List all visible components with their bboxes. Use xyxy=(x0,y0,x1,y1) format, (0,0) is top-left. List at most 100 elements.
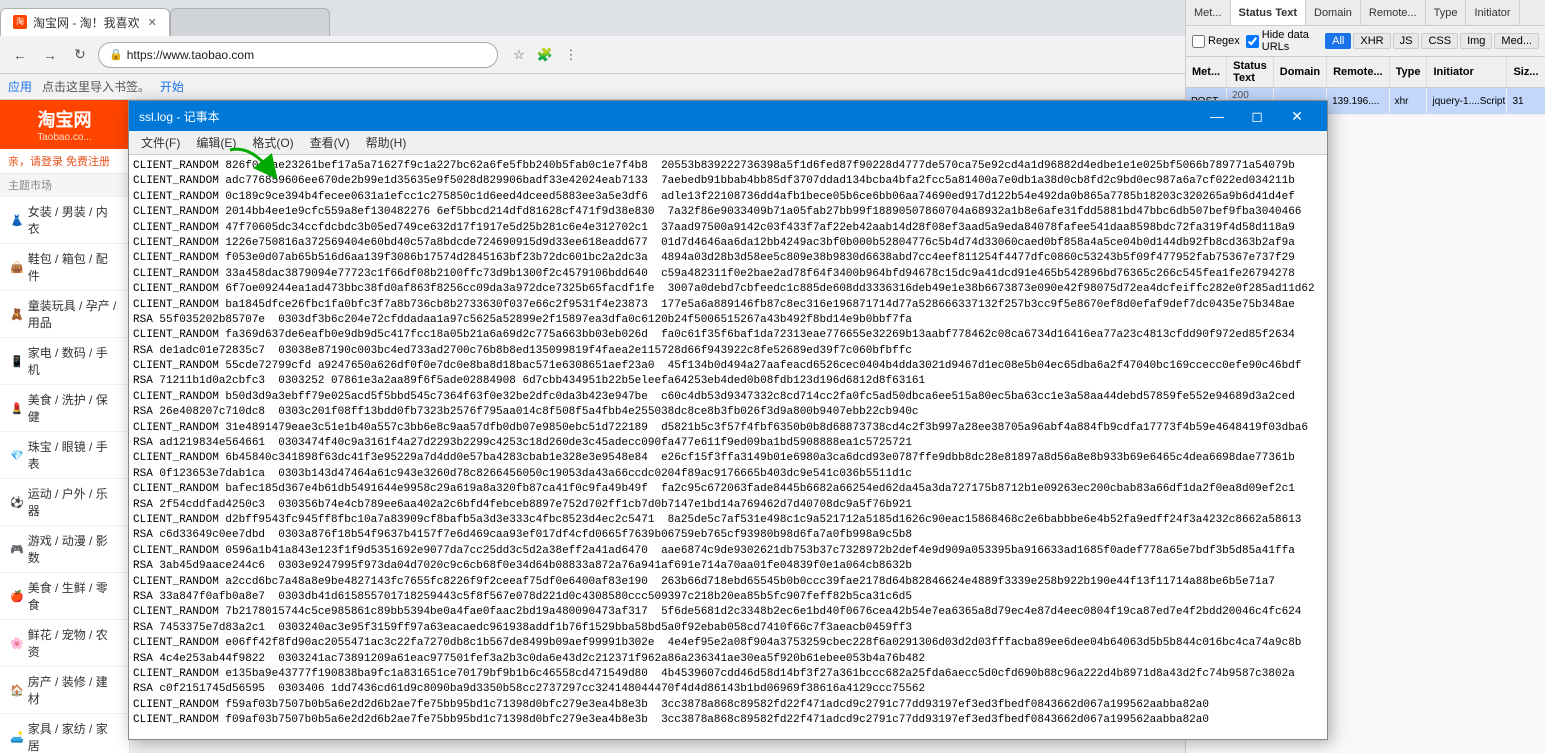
regex-checkbox[interactable] xyxy=(1192,35,1205,48)
tab-close-button[interactable]: ✕ xyxy=(148,16,157,29)
sidebar-item-sports[interactable]: ⚽ 运动 / 户外 / 乐器 xyxy=(0,479,129,526)
sidebar-cat-label-3: 家电 / 数码 / 手机 xyxy=(28,344,119,378)
forward-button[interactable]: → xyxy=(38,43,62,67)
bookmark-star-icon[interactable]: ☆ xyxy=(508,44,530,66)
sidebar-item-food[interactable]: 🍎 美食 / 生鲜 / 零食 xyxy=(0,573,129,620)
col-initiator[interactable]: Initiator xyxy=(1427,57,1507,88)
sports-icon: ⚽ xyxy=(10,496,24,509)
filter-js[interactable]: JS xyxy=(1393,33,1420,49)
sidebar-cat-label-1: 鞋包 / 箱包 / 配件 xyxy=(28,250,119,284)
taobao-sidebar: 淘宝网 Taobao.co... 亲，请登录 免费注册 主题市场 👗 女装 / … xyxy=(0,100,130,753)
sidebar-item-jewelry[interactable]: 💎 珠宝 / 眼镜 / 手表 xyxy=(0,432,129,479)
sidebar-cat-label-8: 美食 / 生鲜 / 零食 xyxy=(28,579,119,613)
cell-initiator: jquery-1....Script xyxy=(1427,88,1507,115)
flowers-icon: 🌸 xyxy=(10,637,24,650)
menu-help[interactable]: 帮助(H) xyxy=(358,132,415,153)
refresh-button[interactable]: ↻ xyxy=(68,43,92,67)
toolbar-actions: ☆ 🧩 ⋮ xyxy=(508,44,582,66)
menu-edit[interactable]: 编辑(E) xyxy=(188,132,244,153)
notepad-titlebar: ssl.log - 记事本 — ◻ ✕ xyxy=(129,101,1327,131)
sidebar-cat-label-10: 房产 / 装修 / 建材 xyxy=(28,673,119,707)
jewelry-icon: 💎 xyxy=(10,449,24,462)
extensions-icon[interactable]: 🧩 xyxy=(534,44,556,66)
sidebar-item-furniture[interactable]: 🛋️ 家具 / 家纺 / 家居 xyxy=(0,714,129,753)
hide-data-urls-label[interactable]: Hide data URLs xyxy=(1246,29,1319,53)
sidebar-item-games[interactable]: 🎮 游戏 / 动漫 / 影数 xyxy=(0,526,129,573)
devtool-tab-status[interactable]: Status Text xyxy=(1231,0,1306,25)
furniture-icon: 🛋️ xyxy=(10,731,24,744)
beauty-icon: 💄 xyxy=(10,402,24,415)
sidebar-cat-label-7: 游戏 / 动漫 / 影数 xyxy=(28,532,119,566)
bags-icon: 👜 xyxy=(10,261,24,274)
sidebar-header: 主题市场 xyxy=(0,174,129,197)
sidebar-cat-label-2: 童装玩具 / 孕产 / 用品 xyxy=(28,297,119,331)
col-method[interactable]: Met... xyxy=(1186,57,1227,88)
devtool-tab-type[interactable]: Type xyxy=(1426,0,1467,25)
sidebar-item-realestate[interactable]: 🏠 房产 / 装修 / 建材 xyxy=(0,667,129,714)
bookmark-apps[interactable]: 应用 xyxy=(8,78,32,95)
fashion-icon: 👗 xyxy=(10,214,24,227)
back-button[interactable]: ← xyxy=(8,43,32,67)
taobao-register[interactable]: 亲，请登录 免费注册 xyxy=(0,149,129,174)
taobao-favicon: 淘 xyxy=(13,15,27,29)
electronics-icon: 📱 xyxy=(10,355,24,368)
col-domain[interactable]: Domain xyxy=(1273,57,1326,88)
sidebar-item-flowers[interactable]: 🌸 鲜花 / 宠物 / 农资 xyxy=(0,620,129,667)
tab-new[interactable] xyxy=(170,8,330,36)
kids-icon: 🧸 xyxy=(10,308,24,321)
tab-taobao[interactable]: 淘 淘宝网 - 淘！我喜欢 ✕ xyxy=(0,8,170,36)
notepad-menubar: 文件(F) 编辑(E) 格式(O) 查看(V) 帮助(H) xyxy=(129,131,1327,155)
titlebar-controls: — ◻ ✕ xyxy=(1197,101,1317,131)
sidebar-cat-label-6: 运动 / 户外 / 乐器 xyxy=(28,485,119,519)
filter-css[interactable]: CSS xyxy=(1421,33,1458,49)
close-button[interactable]: ✕ xyxy=(1277,101,1317,131)
menu-view[interactable]: 查看(V) xyxy=(302,132,358,153)
more-menu-icon[interactable]: ⋮ xyxy=(560,44,582,66)
col-remote[interactable]: Remote... xyxy=(1327,57,1390,88)
filter-all[interactable]: All xyxy=(1325,33,1351,49)
sidebar-item-electronics[interactable]: 📱 家电 / 数码 / 手机 xyxy=(0,338,129,385)
bookmark-start[interactable]: 开始 xyxy=(160,78,184,95)
devtools-toolbar: Regex Hide data URLs All XHR JS CSS Img … xyxy=(1186,26,1545,57)
maximize-button[interactable]: ◻ xyxy=(1237,101,1277,131)
cell-remote: 139.196.... xyxy=(1327,88,1390,115)
notepad-title: ssl.log - 记事本 xyxy=(139,108,220,125)
taobao-logo-area: 淘宝网 Taobao.co... xyxy=(0,100,129,149)
sidebar-item-beauty[interactable]: 💄 美食 / 洗护 / 保健 xyxy=(0,385,129,432)
col-status[interactable]: Status Text xyxy=(1227,57,1274,88)
devtool-tab-domain[interactable]: Domain xyxy=(1306,0,1361,25)
col-type[interactable]: Type xyxy=(1389,57,1427,88)
ssl-lock-icon: 🔒 xyxy=(109,48,123,61)
menu-file[interactable]: 文件(F) xyxy=(133,132,188,153)
sidebar-cat-label-9: 鲜花 / 宠物 / 农资 xyxy=(28,626,119,660)
bookmark-import: 点击这里导入书签。 xyxy=(42,78,150,95)
tab-label: 淘宝网 - 淘！我喜欢 xyxy=(33,14,140,31)
col-size[interactable]: Siz... xyxy=(1507,57,1545,88)
devtool-tab-remote[interactable]: Remote... xyxy=(1361,0,1426,25)
menu-format[interactable]: 格式(O) xyxy=(244,132,301,153)
cell-type: xhr xyxy=(1389,88,1427,115)
cell-size: 31 xyxy=(1507,88,1545,115)
filter-med[interactable]: Med... xyxy=(1494,33,1539,49)
filter-type-buttons: All XHR JS CSS Img Med... xyxy=(1325,33,1539,49)
filter-xhr[interactable]: XHR xyxy=(1353,33,1390,49)
devtool-tab-initiator[interactable]: Initiator xyxy=(1466,0,1519,25)
hide-data-urls-checkbox[interactable] xyxy=(1246,35,1259,48)
notepad-content[interactable]: CLIENT_RANDOM 826f0ecae23261bef17a5a7162… xyxy=(129,155,1327,739)
taobao-logo: 淘宝网 xyxy=(8,106,121,132)
notepad-window: ssl.log - 记事本 — ◻ ✕ 文件(F) 编辑(E) 格式(O) 查看… xyxy=(128,100,1328,740)
url-text: https://www.taobao.com xyxy=(127,48,254,62)
games-icon: 🎮 xyxy=(10,543,24,556)
minimize-button[interactable]: — xyxy=(1197,101,1237,131)
devtools-tabs: Met... Status Text Domain Remote... Type… xyxy=(1186,0,1545,26)
devtool-tab-met[interactable]: Met... xyxy=(1186,0,1231,25)
sidebar-item-kids[interactable]: 🧸 童装玩具 / 孕产 / 用品 xyxy=(0,291,129,338)
filter-img[interactable]: Img xyxy=(1460,33,1492,49)
sidebar-cat-label-11: 家具 / 家纺 / 家居 xyxy=(28,720,119,753)
sidebar-cat-label-4: 美食 / 洗护 / 保健 xyxy=(28,391,119,425)
address-box[interactable]: 🔒 https://www.taobao.com xyxy=(98,42,498,68)
sidebar-item-bags[interactable]: 👜 鞋包 / 箱包 / 配件 xyxy=(0,244,129,291)
regex-label[interactable]: Regex xyxy=(1192,35,1240,48)
sidebar-cat-label-5: 珠宝 / 眼镜 / 手表 xyxy=(28,438,119,472)
sidebar-item-fashion[interactable]: 👗 女装 / 男装 / 内衣 xyxy=(0,197,129,244)
